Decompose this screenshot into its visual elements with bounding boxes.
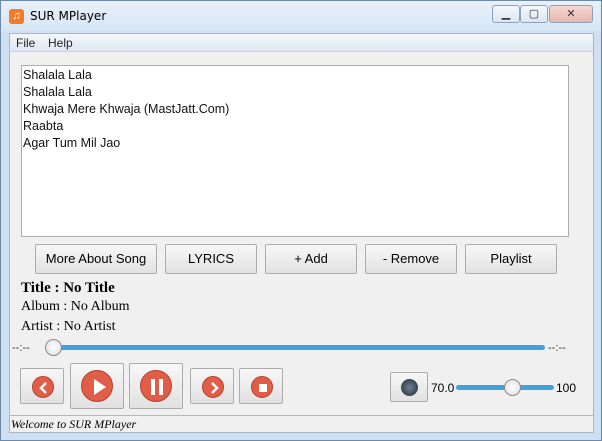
window-title: SUR MPlayer	[30, 9, 107, 23]
app-window: ♫ SUR MPlayer ▁ ▢ ✕ File Help Shalala La…	[0, 0, 602, 441]
playlist-item[interactable]: Agar Tum Mil Jao	[22, 135, 568, 152]
volume-thumb[interactable]	[503, 379, 521, 396]
play-button[interactable]	[70, 363, 124, 409]
pause-button[interactable]	[129, 363, 183, 409]
stop-icon	[251, 376, 273, 398]
lyrics-button[interactable]: LYRICS	[165, 244, 257, 274]
song-title: Title : No Title	[21, 280, 115, 296]
speaker-icon	[401, 379, 418, 396]
title-bar[interactable]: ♫ SUR MPlayer ▁ ▢ ✕	[1, 1, 601, 31]
maximize-button[interactable]: ▢	[520, 5, 548, 23]
music-note-icon: ♫	[9, 9, 24, 24]
stop-button[interactable]	[239, 368, 283, 404]
playlist-box[interactable]: Shalala Lala Shalala Lala Khwaja Mere Kh…	[21, 65, 569, 237]
next-button[interactable]	[190, 368, 234, 404]
add-button[interactable]: + Add	[265, 244, 357, 274]
minimize-button[interactable]: ▁	[492, 5, 520, 23]
menu-file[interactable]: File	[16, 36, 35, 50]
playlist-button[interactable]: Playlist	[465, 244, 557, 274]
fast-forward-icon	[202, 376, 224, 398]
menu-bar: File Help	[10, 34, 593, 52]
remaining-time: --:--	[548, 342, 566, 354]
mute-button[interactable]	[390, 372, 428, 402]
elapsed-time: --:--	[12, 342, 30, 354]
song-artist: Artist : No Artist	[21, 319, 116, 334]
playlist-item[interactable]: Khwaja Mere Khwaja (MastJatt.Com)	[22, 101, 568, 118]
pause-icon	[140, 370, 172, 402]
previous-button[interactable]	[20, 368, 64, 404]
status-bar: Welcome to SUR MPlayer	[10, 415, 593, 432]
client-area: File Help Shalala Lala Shalala Lala Khwa…	[9, 33, 594, 433]
close-button[interactable]: ✕	[549, 5, 593, 23]
play-icon	[81, 370, 113, 402]
seek-thumb[interactable]	[45, 339, 62, 356]
song-album: Album : No Album	[21, 299, 130, 314]
rewind-icon	[32, 376, 54, 398]
playlist-item[interactable]: Shalala Lala	[22, 84, 568, 101]
remove-button[interactable]: - Remove	[365, 244, 457, 274]
volume-max-label: 100	[556, 381, 577, 395]
menu-help[interactable]: Help	[48, 36, 73, 50]
more-about-song-button[interactable]: More About Song	[35, 244, 157, 274]
volume-value-label: 70.0	[431, 381, 455, 395]
playlist-item[interactable]: Shalala Lala	[22, 67, 568, 84]
seek-bar[interactable]	[48, 345, 545, 350]
playlist-item[interactable]: Raabta	[22, 118, 568, 135]
